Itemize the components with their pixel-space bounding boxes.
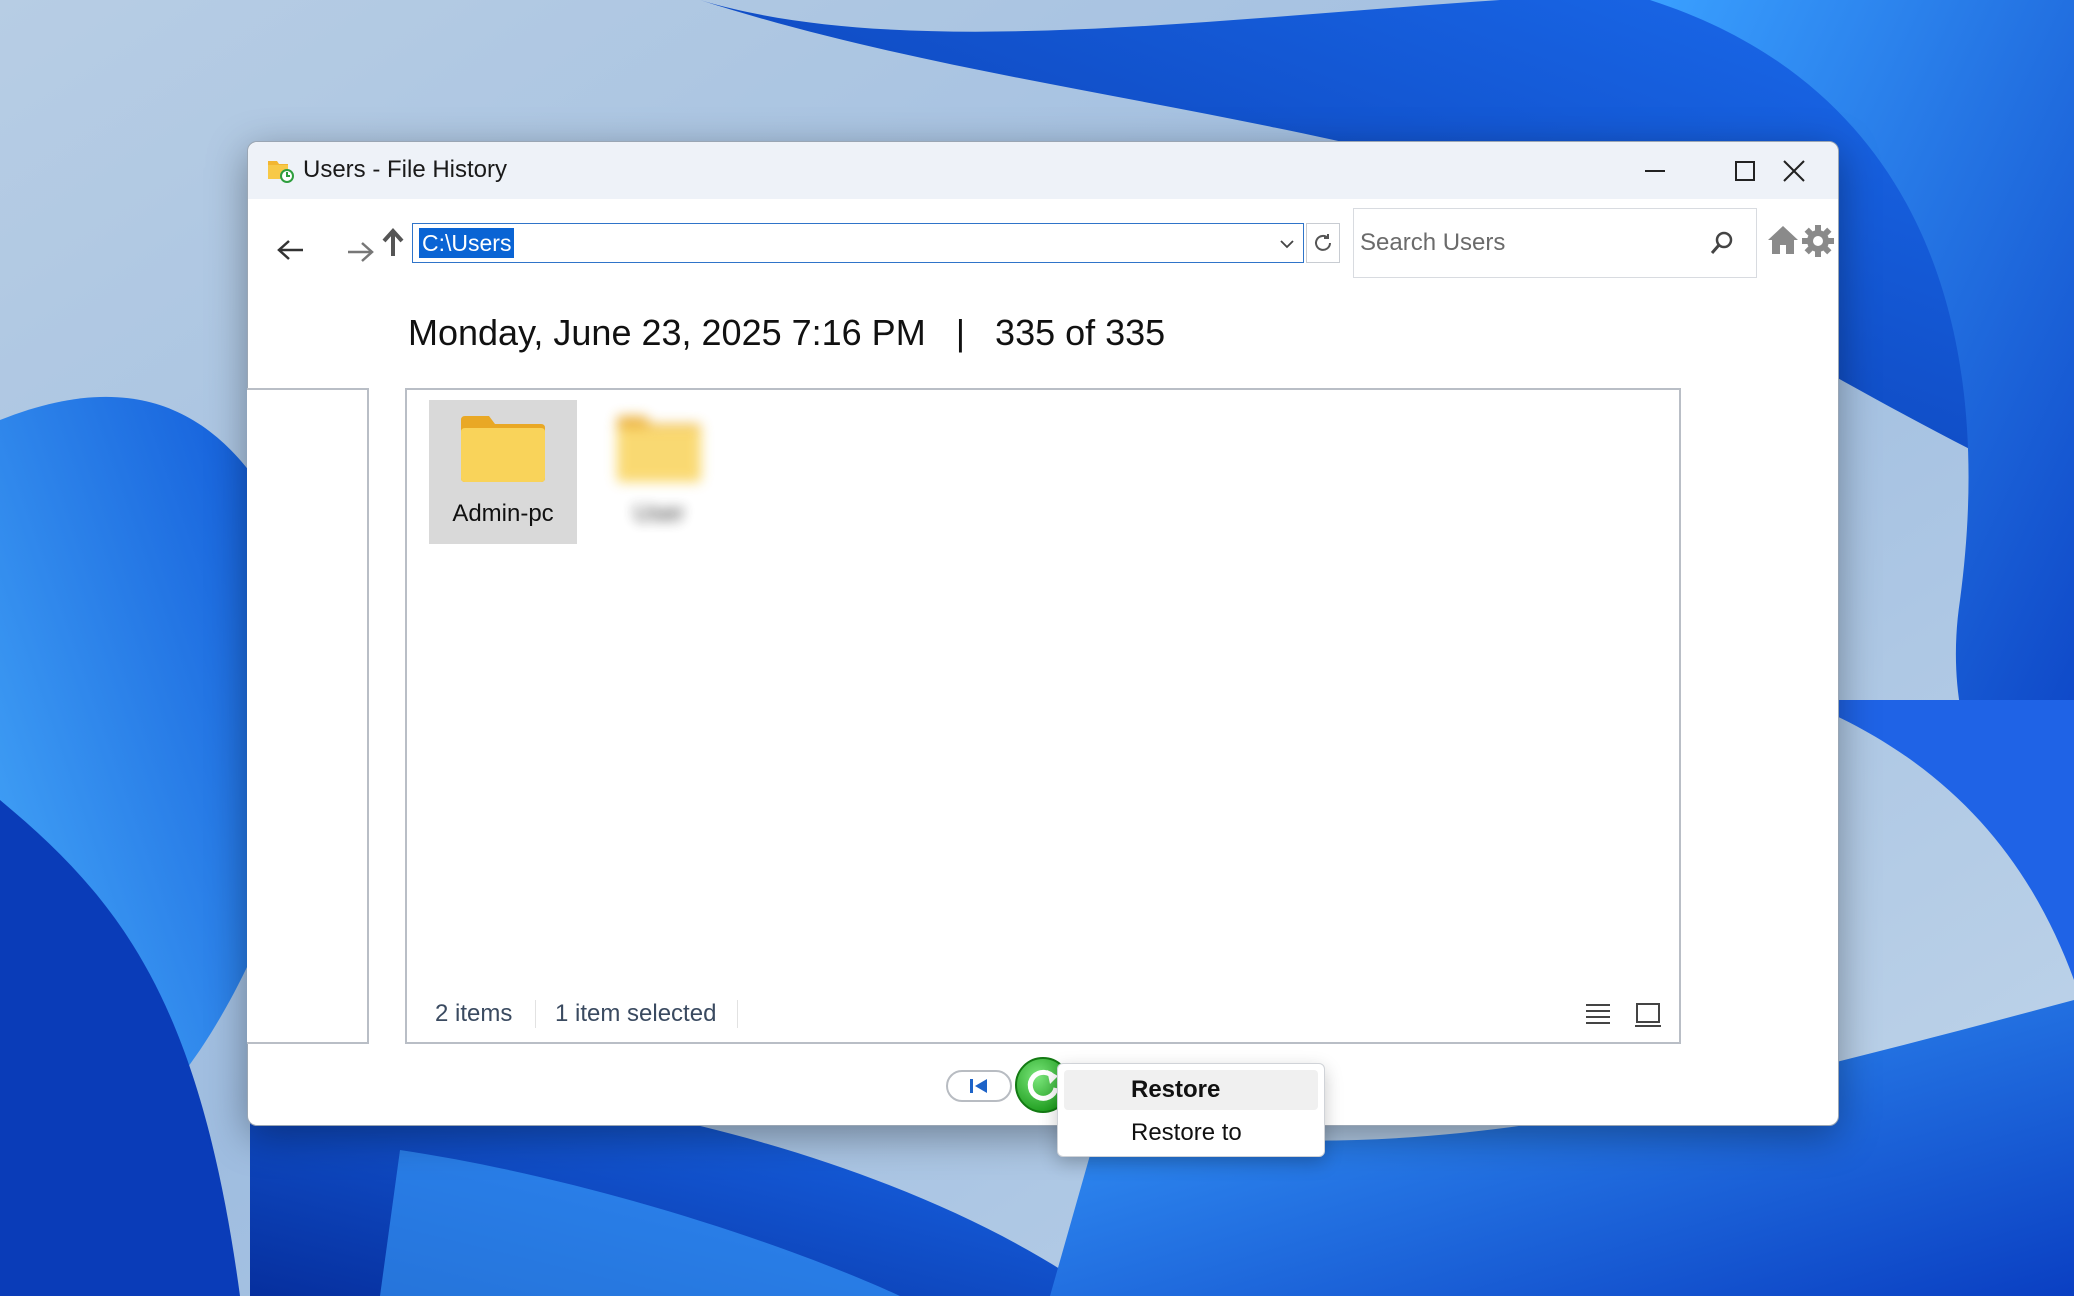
minimize-button[interactable] bbox=[1610, 142, 1700, 199]
status-divider bbox=[737, 1000, 738, 1028]
skip-back-icon bbox=[970, 1079, 987, 1093]
window-title: Users - File History bbox=[303, 156, 508, 183]
search-box[interactable] bbox=[1353, 208, 1757, 278]
large-icons-view-icon[interactable] bbox=[1635, 1002, 1661, 1028]
folder-label: User bbox=[633, 500, 685, 527]
address-bar[interactable]: C:\Users bbox=[412, 223, 1304, 263]
restore-menu-item[interactable]: Restore bbox=[1064, 1070, 1318, 1110]
navigation-pane[interactable] bbox=[247, 388, 369, 1044]
item-count: 2 items bbox=[435, 1000, 513, 1027]
restore-context-menu: Restore Restore to bbox=[1057, 1063, 1325, 1157]
home-icon[interactable] bbox=[1766, 224, 1800, 256]
folder-item[interactable]: User bbox=[585, 400, 733, 544]
close-icon bbox=[1783, 159, 1805, 182]
title-bar: Users - File History bbox=[248, 142, 1838, 199]
search-input[interactable] bbox=[1354, 209, 1694, 277]
refresh-button[interactable] bbox=[1306, 223, 1340, 263]
chevron-down-icon[interactable] bbox=[1277, 234, 1297, 254]
restore-to-menu-item[interactable]: Restore to bbox=[1064, 1113, 1318, 1153]
file-history-app-icon bbox=[268, 161, 294, 183]
folder-icon bbox=[461, 416, 545, 482]
file-history-window: Users - File History C:\Users Search Use… bbox=[247, 141, 1839, 1126]
version-counter: 335 of 335 bbox=[995, 312, 1166, 353]
status-divider bbox=[535, 1000, 536, 1028]
backup-date: Monday, June 23, 2025 7:16 PM bbox=[408, 312, 926, 353]
selection-count: 1 item selected bbox=[555, 1000, 717, 1027]
close-button[interactable] bbox=[1748, 142, 1840, 199]
minimize-icon bbox=[1645, 169, 1665, 172]
backup-date-header: Monday, June 23, 2025 7:16 PM | 335 of 335 bbox=[408, 312, 1165, 354]
status-bar: 2 items 1 item selected bbox=[407, 990, 1679, 1042]
folder-label: Admin-pc bbox=[452, 500, 554, 527]
header-separator: | bbox=[955, 312, 966, 353]
search-icon[interactable] bbox=[1709, 230, 1735, 256]
folder-icon bbox=[617, 416, 701, 482]
folder-item[interactable]: Admin-pc bbox=[429, 400, 577, 544]
back-arrow-icon[interactable] bbox=[276, 238, 306, 262]
address-path[interactable]: C:\Users bbox=[419, 228, 515, 258]
previous-version-button[interactable] bbox=[946, 1070, 1012, 1102]
details-view-icon[interactable] bbox=[1585, 1002, 1611, 1026]
up-arrow-icon[interactable] bbox=[382, 228, 404, 258]
refresh-icon bbox=[1315, 234, 1331, 251]
forward-arrow-icon[interactable] bbox=[345, 240, 375, 264]
gear-icon[interactable] bbox=[1801, 224, 1835, 258]
file-list-pane[interactable]: Admin-pc User 2 items 1 item selected bbox=[405, 388, 1681, 1044]
